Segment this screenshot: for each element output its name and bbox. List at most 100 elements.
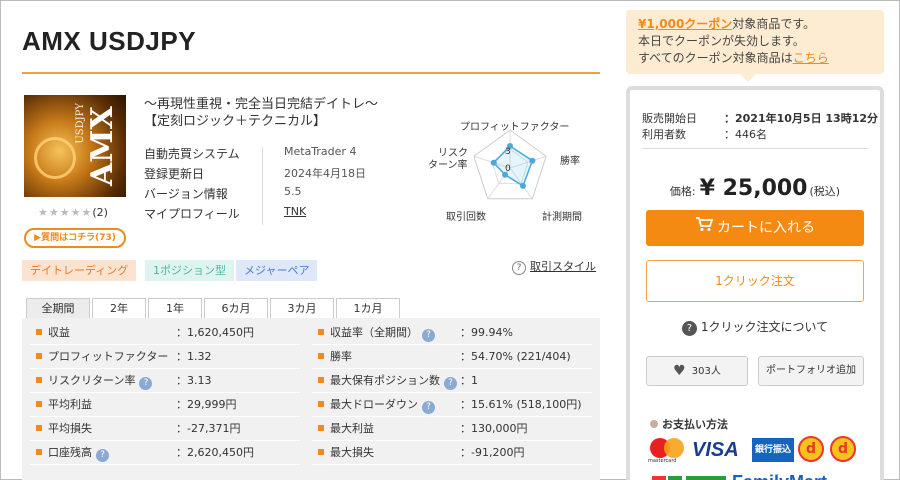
- payment-title: お支払い方法: [650, 416, 728, 432]
- stat-label: 勝率: [318, 346, 352, 368]
- add-portfolio-button[interactable]: ポートフォリオ追加: [758, 356, 864, 386]
- row-divider: [312, 344, 592, 345]
- stars-icon: ★★★★★: [38, 206, 93, 219]
- coupon-link[interactable]: こちら: [793, 51, 829, 65]
- help-icon[interactable]: ?: [444, 377, 457, 390]
- meta-divider: [642, 148, 868, 149]
- stat-value: ：29,999円: [176, 398, 237, 411]
- bank-transfer-logo: 銀行振込: [752, 438, 794, 462]
- radar-point: [519, 182, 526, 189]
- stat-label: 最大損失: [318, 442, 374, 464]
- radar-label-trades: 取引回数: [446, 212, 486, 223]
- row-divider: [312, 464, 592, 465]
- radar-label-win: 勝率: [560, 156, 580, 167]
- row-divider: [312, 416, 592, 417]
- price: 価格: ¥ 25,000 (税込): [630, 176, 880, 201]
- visa-logo: VISA: [692, 439, 739, 461]
- coupon-line3: すべてのクーポン対象商品は: [638, 51, 793, 65]
- stat-value: ：1.32: [176, 350, 212, 363]
- radar-chart: 3 0 プロフィットファクター 勝率 計測期間 取引回数 リスク ターン率: [418, 112, 600, 224]
- stat-value: ：1,620,450円: [176, 326, 254, 339]
- one-click-help-link[interactable]: ? 1クリック注文について: [630, 318, 880, 336]
- coupon-notice: ¥1,000クーポン対象商品です。 本日でクーポンが失効します。 すべてのクーポ…: [626, 10, 884, 74]
- help-icon[interactable]: ?: [139, 377, 153, 390]
- stat-value: ：15.61% (518,100円): [460, 398, 582, 411]
- heart-icon: ♥: [673, 363, 686, 379]
- tagline-line1: ～再現性重視・完全当日完結デイトレ～: [144, 97, 379, 112]
- stat-value: ：-27,371円: [176, 422, 241, 435]
- stat-value: ：54.70% (221/404): [460, 350, 571, 363]
- one-click-order-button[interactable]: 1クリック注文: [646, 260, 864, 302]
- stat-value: ：130,000円: [460, 422, 528, 435]
- radar-point: [529, 157, 536, 164]
- help-icon[interactable]: ?: [422, 329, 435, 342]
- help-icon[interactable]: ?: [96, 449, 109, 462]
- one-click-help-label: 1クリック注文について: [700, 320, 829, 334]
- cart-icon: [695, 210, 714, 246]
- radar-label-period: 計測期間: [542, 212, 582, 223]
- stat-label: 平均利益: [36, 394, 92, 416]
- stat-label: 最大保有ポジション数?: [318, 370, 457, 392]
- tag-one-position[interactable]: 1ポジション型: [145, 260, 234, 281]
- clock-graphic: [34, 137, 76, 179]
- release-label: 販売開始日: [642, 112, 697, 125]
- stat-label: プロフィットファクター: [36, 346, 168, 368]
- favorite-count: 303人: [691, 366, 721, 377]
- stat-value: ：99.94%: [460, 326, 513, 339]
- info-key: 自動売買システム: [144, 147, 240, 161]
- radar-scale-max: 3: [505, 147, 511, 157]
- trade-style-link[interactable]: ? 取引スタイル: [512, 258, 596, 275]
- row-divider: [30, 464, 300, 465]
- tab-3m[interactable]: 3カ月: [270, 298, 334, 318]
- question-icon: ?: [512, 261, 526, 275]
- convenience-store-logos: FamilyMart: [652, 472, 827, 480]
- tab-1y[interactable]: 1年: [148, 298, 202, 318]
- tag-daytrade[interactable]: デイトレーディング: [22, 260, 137, 281]
- profile-link[interactable]: TNK: [284, 205, 306, 218]
- stat-label: 口座残高?: [36, 442, 109, 464]
- stat-label: 収益: [36, 322, 70, 344]
- add-to-cart-button[interactable]: カートに入れる: [646, 210, 864, 246]
- tagline-line2: 【定刻ロジック＋テクニカル】: [144, 114, 327, 129]
- row-divider: [30, 392, 300, 393]
- row-divider: [30, 440, 300, 441]
- info-key: バージョン情報: [144, 187, 228, 201]
- page-title: AMX USDJPY: [22, 26, 197, 56]
- info-value: 2024年4月18日: [284, 167, 366, 180]
- mastercard-logo: mastercard: [648, 436, 688, 464]
- favorite-button[interactable]: ♥ 303人: [646, 356, 748, 386]
- row-divider: [312, 392, 592, 393]
- info-value: 5.5: [284, 185, 302, 198]
- bullet-icon: [650, 420, 658, 428]
- info-divider: [262, 147, 263, 225]
- product-thumbnail[interactable]: USDJPY AMX: [24, 95, 126, 197]
- stat-label: 最大ドローダウン?: [318, 394, 435, 416]
- tab-2y[interactable]: 2年: [92, 298, 146, 318]
- stat-value: ：2,620,450円: [176, 446, 254, 459]
- tab-1m[interactable]: 1カ月: [336, 298, 400, 318]
- help-icon[interactable]: ?: [422, 401, 435, 414]
- info-key: マイプロフィール: [144, 207, 240, 221]
- familymart-logo: FamilyMart: [732, 472, 827, 480]
- row-divider: [312, 440, 592, 441]
- users-value: ：446名: [724, 128, 767, 141]
- stat-value: ：1: [460, 374, 478, 387]
- stat-label: 収益率（全期間）?: [318, 322, 435, 344]
- trade-style-label: 取引スタイル: [530, 260, 596, 273]
- rating-stars: ★★★★★(2): [38, 206, 108, 219]
- title-divider: [22, 72, 600, 74]
- review-count[interactable]: (2): [92, 206, 108, 219]
- cart-button-label: カートに入れる: [717, 220, 815, 236]
- row-divider: [30, 416, 300, 417]
- coupon-highlight[interactable]: ¥1,000クーポン: [638, 17, 732, 31]
- stat-value: ：-91,200円: [460, 446, 525, 459]
- tag-major-pair[interactable]: メジャーペア: [236, 260, 318, 281]
- qa-button[interactable]: ▶質問はコチラ(73): [24, 228, 126, 248]
- thumbnail-logo: AMX: [85, 106, 120, 186]
- tab-6m[interactable]: 6カ月: [204, 298, 268, 318]
- stat-label: 平均損失: [36, 418, 92, 440]
- d-payment-logo: d: [798, 436, 824, 462]
- product-tagline: ～再現性重視・完全当日完結デイトレ～ 【定刻ロジック＋テクニカル】: [144, 96, 378, 130]
- tab-all[interactable]: 全期間: [26, 298, 90, 318]
- price-tax: (税込): [809, 185, 841, 198]
